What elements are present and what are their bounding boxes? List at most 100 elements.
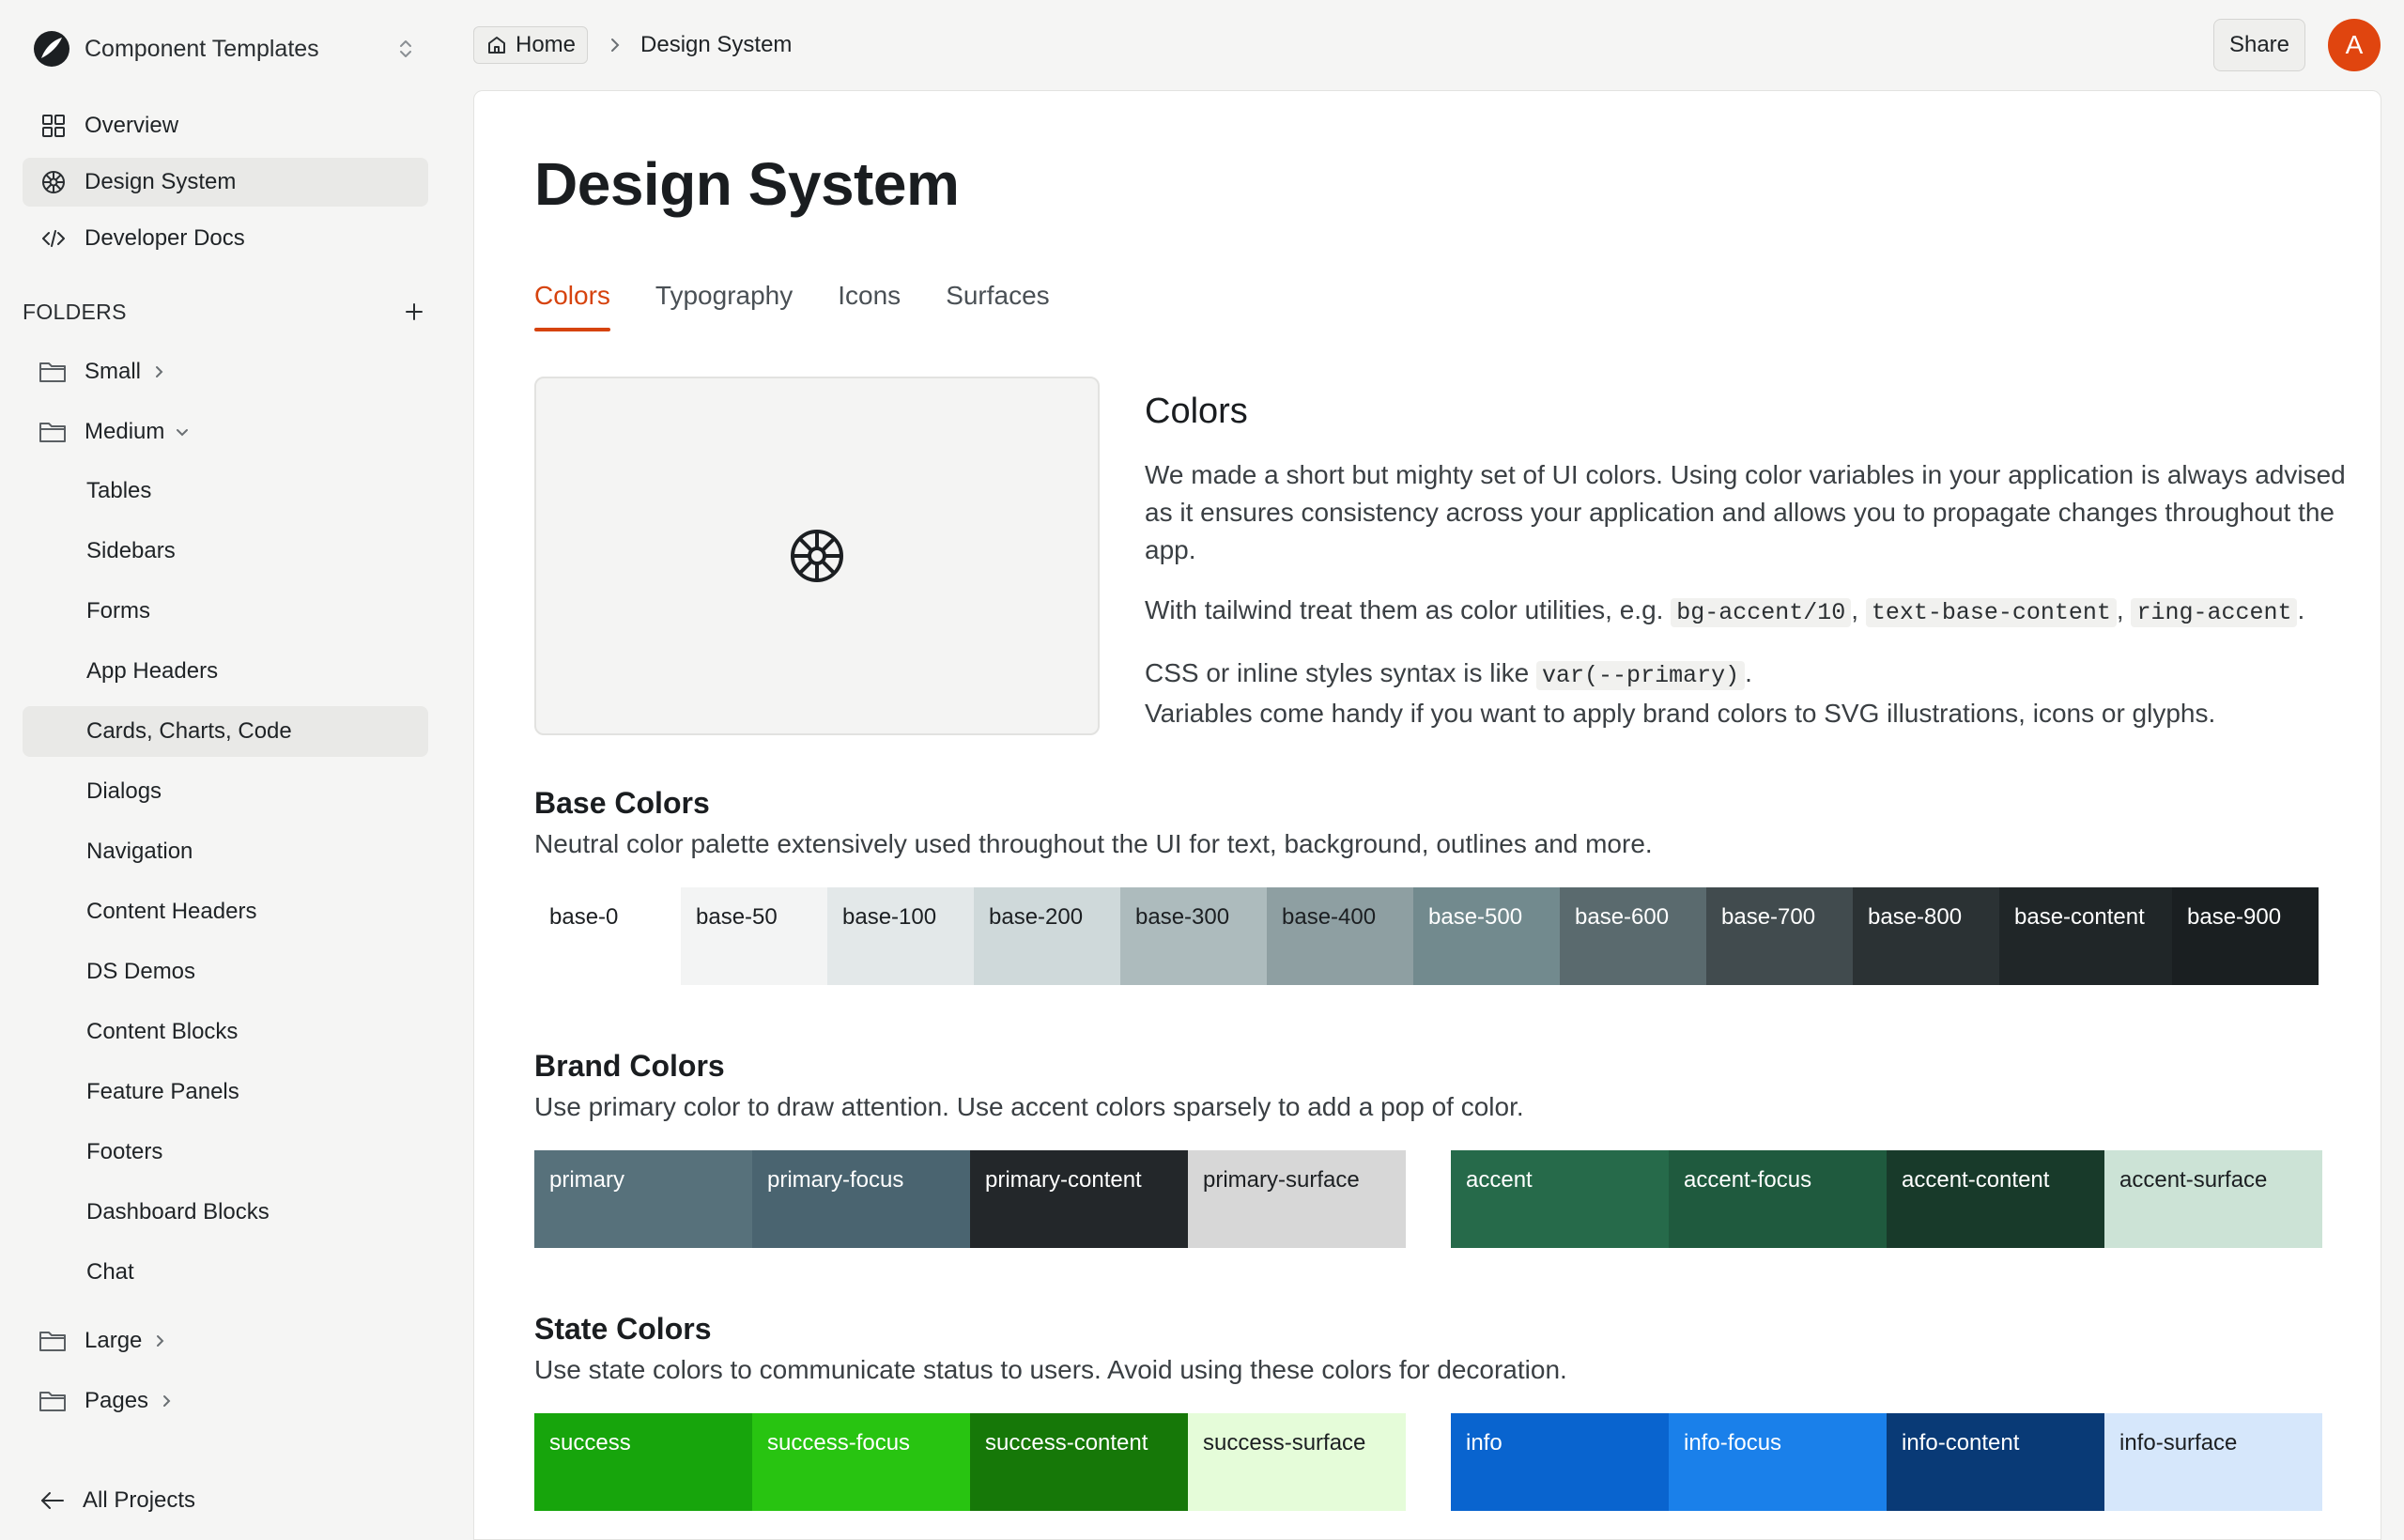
sidebar-subitem[interactable]: Content Headers: [23, 886, 428, 937]
add-folder-icon[interactable]: [402, 300, 426, 324]
workspace-switcher[interactable]: Component Templates: [32, 26, 419, 71]
intro-paragraph-1: We made a short but mighty set of UI col…: [1145, 460, 2346, 564]
folder-label: Small: [85, 359, 142, 384]
breadcrumb-home[interactable]: Home: [473, 26, 589, 64]
all-projects-label: All Projects: [83, 1487, 196, 1513]
swatch-label: success-focus: [767, 1430, 911, 1455]
folder-pages[interactable]: Pages: [38, 1380, 175, 1422]
workspace-logo-icon: [34, 31, 69, 67]
sidebar-subitem-label: Footers: [86, 1139, 163, 1164]
sidebar-subitem[interactable]: DS Demos: [23, 947, 428, 997]
color-swatch: info-surface: [2104, 1413, 2322, 1511]
color-swatch: info: [1451, 1413, 1669, 1511]
share-button[interactable]: Share: [2213, 19, 2305, 71]
tab-surfaces[interactable]: Surfaces: [946, 279, 1050, 331]
sidebar-subitem-label: Navigation: [86, 839, 193, 864]
intro-paragraph-2: With tailwind treat them as color utilit…: [1145, 595, 2305, 627]
sidebar-subitem[interactable]: Forms: [23, 586, 428, 637]
base-color-swatches: base-0 base-50 base-100 base-200 base-300 bas…: [534, 887, 2319, 985]
nav-overview[interactable]: Overview: [23, 101, 428, 150]
folder-icon: [39, 1392, 66, 1411]
folders-heading: FOLDERS: [23, 299, 127, 324]
color-swatch: primary: [534, 1150, 752, 1248]
sidebar-subitem-label: Dialogs: [86, 778, 162, 804]
sidebar-subitem-label: Forms: [86, 598, 150, 624]
state-colors-title: State Colors: [534, 1312, 712, 1346]
sidebar-subitem[interactable]: Dialogs: [23, 766, 428, 817]
swatch-label: base-700: [1721, 904, 1816, 930]
swatch-label: base-0: [549, 904, 619, 930]
color-swatch: success-content: [970, 1413, 1188, 1511]
tab-typography[interactable]: Typography: [655, 279, 793, 331]
sidebar-subitem-label: Content Blocks: [86, 1019, 239, 1044]
folder-large[interactable]: Large: [38, 1320, 168, 1362]
color-swatch: info-focus: [1669, 1413, 1887, 1511]
swatch-label: info-focus: [1684, 1430, 1782, 1455]
accent-color-swatches: accent accent-focus accent-content accent-s…: [1451, 1150, 2322, 1248]
swatch-label: base-50: [696, 904, 778, 930]
color-swatch: base-content: [1999, 887, 2172, 985]
color-swatch: success-focus: [752, 1413, 970, 1511]
sidebar-subitem[interactable]: Dashboard Blocks: [23, 1187, 428, 1238]
swatch-label: primary-content: [985, 1167, 1142, 1193]
base-colors-desc: Neutral color palette extensively used t…: [534, 829, 1653, 858]
folder-small[interactable]: Small: [38, 351, 167, 393]
sidebar-subitem[interactable]: Chat: [23, 1247, 428, 1298]
palette-icon: [42, 171, 65, 193]
chevron-down-icon: [177, 429, 189, 437]
swatch-label: primary-surface: [1203, 1167, 1360, 1193]
color-swatch: primary-surface: [1188, 1150, 1406, 1248]
code-snippet: bg-accent/10: [1671, 598, 1852, 627]
color-swatch: base-300: [1120, 887, 1267, 985]
swatch-label: info: [1466, 1430, 1502, 1455]
sidebar-subitem[interactable]: Content Blocks: [23, 1007, 428, 1057]
color-swatch: base-200: [974, 887, 1120, 985]
color-swatch: base-900: [2172, 887, 2319, 985]
code-snippet: text-base-content: [1865, 598, 2117, 627]
color-swatch: success: [534, 1413, 752, 1511]
color-swatch: base-800: [1853, 887, 1999, 985]
colors-intro: Colors We made a short but mighty set of…: [1145, 392, 2347, 755]
sidebar-subitem[interactable]: Tables: [23, 466, 428, 516]
color-swatch: base-600: [1560, 887, 1706, 985]
sidebar-subitem-label: Content Headers: [86, 899, 257, 924]
chevron-right-icon: [157, 1335, 164, 1347]
sidebar-subitem[interactable]: Navigation: [23, 826, 428, 877]
color-swatch: base-100: [827, 887, 974, 985]
color-swatch: info-content: [1887, 1413, 2104, 1511]
color-swatch: base-50: [681, 887, 827, 985]
color-swatch: base-400: [1267, 887, 1413, 985]
color-swatch: accent: [1451, 1150, 1669, 1248]
state-colors-desc: Use state colors to communicate status t…: [534, 1355, 1567, 1384]
chevron-right-icon: [163, 1395, 171, 1407]
success-color-swatches: success success-focus success-content succe…: [534, 1413, 1406, 1511]
intro-heading: Colors: [1145, 392, 1248, 431]
sidebar-subitem[interactable]: Cards, Charts, Code: [23, 706, 428, 757]
code-snippet: ring-accent: [2131, 598, 2298, 627]
avatar[interactable]: A: [2328, 19, 2381, 71]
folder-label: Medium: [85, 419, 165, 444]
chevron-right-icon: [156, 366, 163, 377]
colors-illustration: [534, 377, 1100, 735]
workspace-name: Component Templates: [85, 35, 319, 62]
nav-developer-docs[interactable]: Developer Docs: [23, 214, 428, 263]
tab-colors[interactable]: Colors: [534, 279, 610, 331]
sidebar-subitem-label: Dashboard Blocks: [86, 1199, 270, 1224]
sidebar: Component Templates Overview Design Syst…: [0, 0, 451, 1540]
nav-design-system[interactable]: Design System: [23, 158, 428, 207]
sidebar-subitem-label: Cards, Charts, Code: [86, 718, 292, 744]
color-swatch: primary-content: [970, 1150, 1188, 1248]
all-projects-link[interactable]: All Projects: [38, 1478, 195, 1523]
folder-label: Pages: [85, 1388, 149, 1413]
color-swatch: base-700: [1706, 887, 1853, 985]
sidebar-subitem[interactable]: Footers: [23, 1127, 428, 1178]
arrow-left-icon: [41, 1492, 64, 1509]
folder-medium[interactable]: Medium: [38, 411, 191, 453]
sidebar-subitem[interactable]: Sidebars: [23, 526, 428, 577]
chevron-up-down-icon[interactable]: [393, 36, 419, 62]
sidebar-subitem[interactable]: Feature Panels: [23, 1067, 428, 1117]
sidebar-subitem[interactable]: App Headers: [23, 646, 428, 697]
base-colors-title: Base Colors: [534, 786, 710, 820]
tab-icons[interactable]: Icons: [838, 279, 901, 331]
nav-label: Design System: [85, 169, 237, 194]
